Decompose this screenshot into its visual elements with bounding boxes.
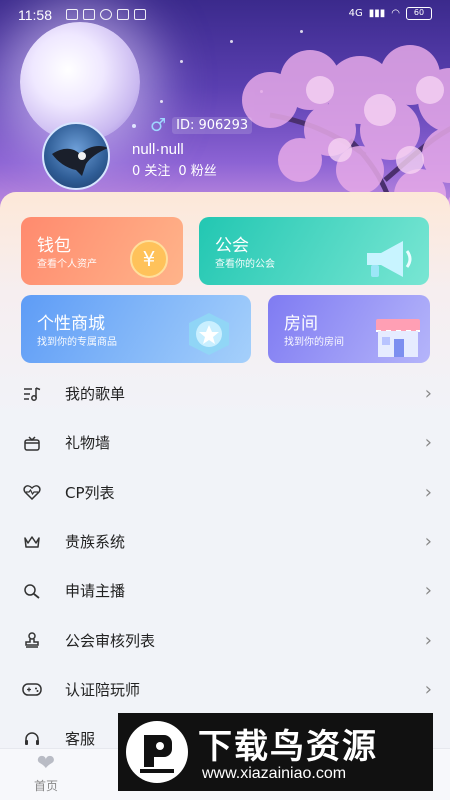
bird-logo-icon bbox=[126, 721, 188, 783]
signal-text: 4G bbox=[348, 8, 363, 19]
gift-box-icon bbox=[22, 433, 42, 453]
tab-home[interactable]: ❤ 首页 bbox=[24, 751, 68, 794]
app-notification-icon bbox=[117, 9, 129, 20]
search-person-icon bbox=[22, 581, 42, 601]
menu-item-label: 申请主播 bbox=[65, 582, 126, 601]
menu-item-label: 我的歌单 bbox=[65, 385, 126, 404]
card-subtitle: 查看个人资产 bbox=[37, 259, 97, 270]
notification-icons bbox=[66, 9, 146, 20]
follow-stats: 0 关注 0 粉丝 bbox=[132, 160, 217, 179]
dot-icon bbox=[132, 123, 136, 128]
heart-icon: ❤ bbox=[36, 751, 56, 776]
menu-item-label: CP列表 bbox=[65, 483, 115, 502]
status-time: 11:58 bbox=[18, 7, 52, 23]
fans-count[interactable]: 0 粉丝 bbox=[178, 160, 216, 179]
chevron-right-icon: › bbox=[424, 531, 432, 553]
nickname: null·null bbox=[132, 141, 184, 158]
avatar[interactable] bbox=[42, 122, 110, 190]
male-gender-icon: ♂ bbox=[150, 115, 167, 136]
watermark-banner: 下载鸟资源 www.xiazainiao.com bbox=[118, 713, 433, 791]
menu-item-guild-review[interactable]: 公会审核列表 › bbox=[0, 615, 450, 664]
chevron-right-icon: › bbox=[424, 678, 432, 700]
user-id-row: ♂ ID: 906293 bbox=[132, 115, 253, 136]
chevron-right-icon: › bbox=[424, 629, 432, 651]
wifi-icon: ◠ bbox=[391, 8, 400, 19]
status-bar: 11:58 4G ▮▮▮ ◠ 60 bbox=[0, 0, 450, 30]
wallet-card[interactable]: 钱包 查看个人资产 ¥ bbox=[21, 217, 183, 285]
star-badge-icon bbox=[189, 313, 229, 355]
card-title: 房间 bbox=[284, 314, 318, 334]
card-title: 个性商城 bbox=[37, 314, 105, 334]
card-title: 钱包 bbox=[37, 236, 71, 256]
menu-item-label: 礼物墙 bbox=[65, 434, 111, 453]
menu-item-nobility[interactable]: 贵族系统 › bbox=[0, 517, 450, 566]
megaphone-icon bbox=[367, 241, 412, 277]
menu-item-cp-list[interactable]: CP列表 › bbox=[0, 468, 450, 517]
gamepad-icon bbox=[22, 679, 42, 699]
svg-text:¥: ¥ bbox=[143, 247, 156, 271]
yuan-coin-icon: ¥ bbox=[130, 240, 168, 278]
battery-icon: 60 bbox=[406, 7, 432, 20]
crown-icon bbox=[22, 532, 42, 552]
menu-item-label: 贵族系统 bbox=[65, 533, 126, 552]
card-subtitle: 找到你的专属商品 bbox=[37, 337, 117, 348]
guild-card[interactable]: 公会 查看你的公会 bbox=[199, 217, 429, 285]
card-subtitle: 查看你的公会 bbox=[215, 259, 275, 270]
card-subtitle: 找到你的房间 bbox=[284, 337, 344, 348]
watermark-title: 下载鸟资源 bbox=[198, 727, 378, 767]
app-notification-icon bbox=[134, 9, 146, 20]
menu-item-label: 公会审核列表 bbox=[65, 631, 156, 650]
signal-icon: ▮▮▮ bbox=[368, 8, 386, 19]
menu-item-apply-anchor[interactable]: 申请主播 › bbox=[0, 566, 450, 615]
room-card[interactable]: 房间 找到你的房间 bbox=[268, 295, 430, 363]
follow-count[interactable]: 0 关注 bbox=[132, 160, 170, 179]
app-notification-icon bbox=[83, 9, 95, 20]
music-list-icon bbox=[22, 384, 42, 404]
heartbeat-icon bbox=[22, 482, 42, 502]
card-title: 公会 bbox=[215, 236, 249, 256]
menu-item-my-playlist[interactable]: 我的歌单 › bbox=[0, 369, 450, 418]
menu-list: 我的歌单 › 礼物墙 › CP列表 › 贵族系统 › 申请主播 › 公会审核列表 bbox=[0, 369, 450, 763]
chevron-right-icon: › bbox=[424, 481, 432, 503]
menu-item-label: 认证陪玩师 bbox=[65, 680, 141, 699]
shop-card[interactable]: 个性商城 找到你的专属商品 bbox=[21, 295, 251, 363]
app-notification-icon bbox=[66, 9, 78, 20]
menu-item-certified-player[interactable]: 认证陪玩师 › bbox=[0, 665, 450, 714]
chevron-right-icon: › bbox=[424, 580, 432, 602]
user-id: ID: 906293 bbox=[172, 117, 253, 134]
chevron-right-icon: › bbox=[424, 383, 432, 405]
watermark-url: www.xiazainiao.com bbox=[202, 765, 347, 782]
tab-home-label: 首页 bbox=[33, 779, 58, 793]
chevron-right-icon: › bbox=[424, 432, 432, 454]
headset-icon bbox=[22, 729, 42, 749]
storefront-icon bbox=[376, 319, 420, 357]
app-notification-icon bbox=[100, 9, 112, 20]
stamp-icon bbox=[22, 630, 42, 650]
menu-item-gift-wall[interactable]: 礼物墙 › bbox=[0, 418, 450, 467]
menu-item-label: 客服 bbox=[65, 730, 96, 749]
